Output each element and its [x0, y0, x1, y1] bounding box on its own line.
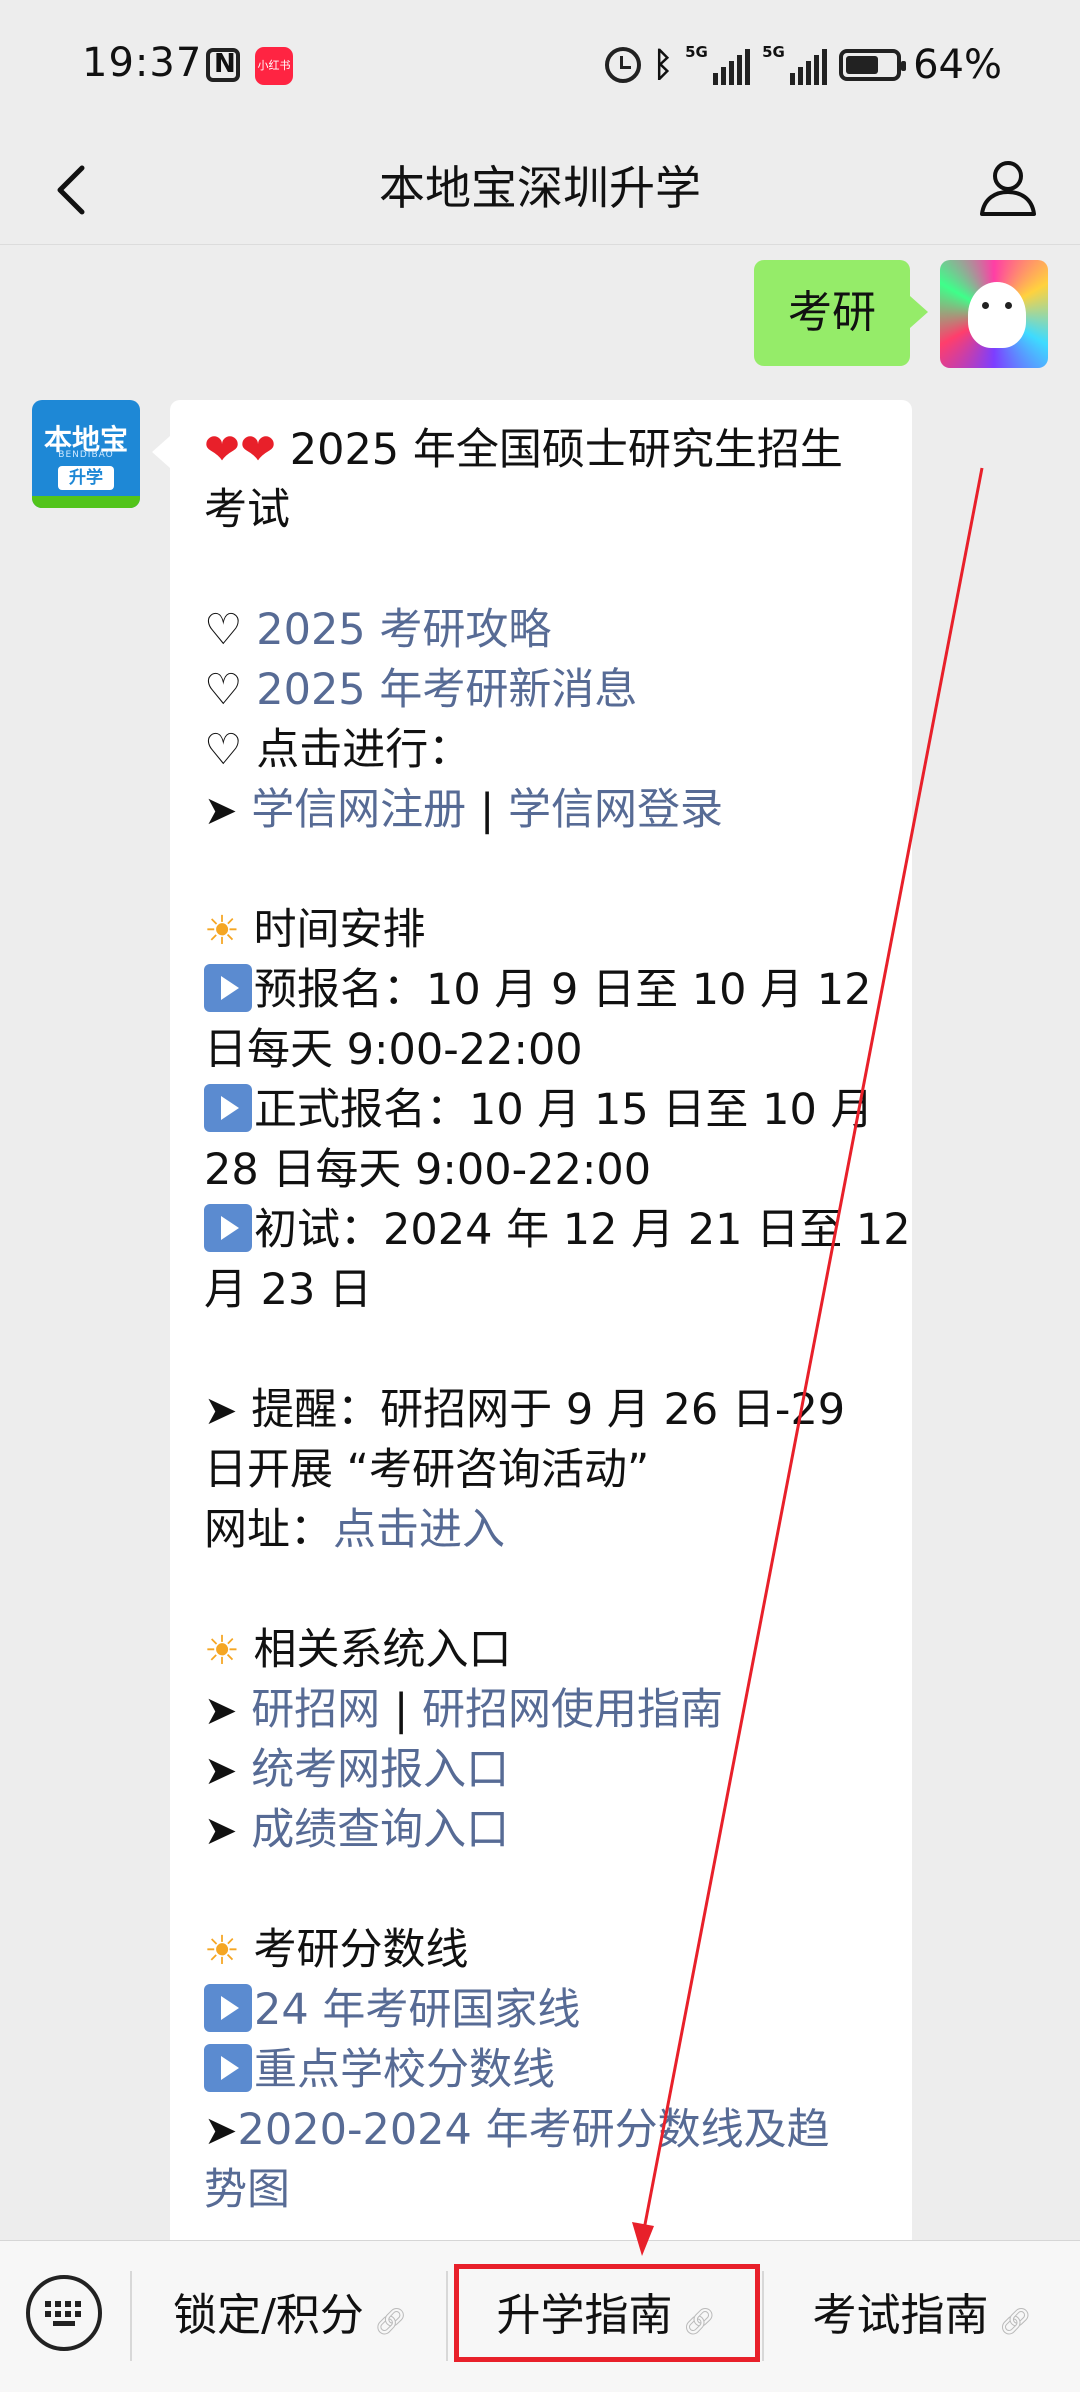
bot-avatar[interactable]: 本地宝 BENDIBAO 升学 [32, 400, 140, 508]
sun-icon: ☀ [204, 1628, 240, 1674]
battery-percent: 64% [913, 42, 1002, 88]
nav-bar: 本地宝深圳升学 [0, 130, 1080, 245]
menu-divider [446, 2271, 448, 2361]
reminder-text: 提醒：研招网于 9 月 26 日-29 [251, 1385, 846, 1435]
link-score-trend-cont[interactable]: 势图 [204, 2165, 290, 2215]
arrowhead-icon: ➤ [204, 1808, 238, 1854]
received-message-bubble[interactable]: ❤❤ 2025 年全国硕士研究生招生 考试 ♡ 2025 考研攻略 ♡ 2025… [152, 400, 912, 2240]
sent-message-bubble[interactable]: 考研 [754, 260, 928, 366]
battery-icon [839, 49, 907, 81]
schedule-heading: 时间安排 [253, 905, 426, 955]
outline-heart-icon: ♡ [204, 605, 243, 655]
outline-heart-icon: ♡ [204, 665, 243, 715]
link-icon: 🔗︎ [998, 2307, 1032, 2337]
formal-registration-text-cont: 28 日每天 9:00-22:00 [204, 1145, 652, 1195]
play-button-icon [204, 2044, 252, 2092]
play-button-icon [204, 1084, 252, 1132]
arrowhead-icon: ➤ [204, 2108, 238, 2154]
avatar-brand-subtext: BENDIBAO [58, 450, 114, 460]
link-chsi-login[interactable]: 学信网登录 [508, 785, 723, 835]
network-type-label-2: 5G [762, 43, 785, 61]
keyboard-toggle-button[interactable] [26, 2275, 102, 2351]
link-exam-news[interactable]: 2025 年考研新消息 [256, 665, 637, 715]
menu-divider [130, 2271, 132, 2361]
pre-registration-text: 预报名：10 月 9 日至 10 月 12 [254, 965, 872, 1015]
keyboard-icon [45, 2301, 83, 2327]
menu-item-exam-guide[interactable]: 考试指南 🔗︎ [772, 2261, 1072, 2371]
profile-icon[interactable] [976, 156, 1040, 220]
link-yanzhao-guide[interactable]: 研招网使用指南 [422, 1685, 723, 1735]
formal-registration-text: 正式报名：10 月 15 日至 10 月 [254, 1085, 874, 1135]
bluetooth-icon: ᛒ [652, 45, 674, 85]
play-button-icon [204, 1204, 252, 1252]
score-line-heading: 考研分数线 [253, 1925, 469, 1975]
pre-registration-text-cont: 日每天 9:00-22:00 [204, 1025, 583, 1075]
status-bar: 19:37 小红书 ᛒ 5G 5G 64% [0, 0, 1080, 130]
nfc-icon [206, 48, 240, 82]
click-to-do-label: 点击进行： [256, 725, 472, 775]
menu-item-label: 考试指南 [812, 2290, 989, 2341]
network-type-label: 5G [685, 43, 708, 61]
chat-title: 本地宝深圳升学 [379, 161, 701, 215]
initial-exam-text: 初试：2024 年 12 月 21 日至 12 [254, 1205, 911, 1255]
link-unified-registration[interactable]: 统考网报入口 [251, 1745, 509, 1795]
arrowhead-icon: ➤ [204, 1748, 238, 1794]
link-click-enter[interactable]: 点击进入 [333, 1505, 505, 1555]
website-label: 网址： [204, 1505, 333, 1555]
signal-icon-2: 5G [762, 43, 828, 85]
chat-area[interactable]: 考研 本地宝 BENDIBAO 升学 ❤❤ 2025 年全国硕士研究生招生 考试… [0, 246, 1080, 2240]
link-national-line[interactable]: 24 年考研国家线 [254, 1985, 580, 2035]
arrowhead-icon: ➤ [204, 1688, 238, 1734]
alarm-icon [604, 47, 641, 83]
link-exam-guide[interactable]: 2025 考研攻略 [256, 605, 551, 655]
link-yanzhao[interactable]: 研招网 [251, 1685, 380, 1735]
play-button-icon [204, 1984, 252, 2032]
menu-divider [762, 2271, 764, 2361]
arrowhead-icon: ➤ [204, 1388, 238, 1434]
user-avatar[interactable] [940, 260, 1048, 368]
signal-icon: 5G [685, 43, 751, 85]
status-time: 19:37 [82, 40, 203, 86]
link-icon: 🔗︎ [373, 2307, 407, 2337]
sun-icon: ☀ [204, 1928, 240, 1974]
link-score-trend[interactable]: 2020-2024 年考研分数线及趋 [238, 2105, 830, 2155]
reminder-text-cont: 日开展 “考研咨询活动” [204, 1445, 650, 1495]
play-button-icon [204, 964, 252, 1012]
message-title-cont: 考试 [204, 485, 290, 535]
menu-item-lock-points[interactable]: 锁定/积分 🔗︎ [140, 2261, 440, 2371]
xiaohongshu-notification-icon: 小红书 [255, 47, 293, 85]
arrowhead-icon: ➤ [204, 788, 238, 834]
link-chsi-register[interactable]: 学信网注册 [251, 785, 466, 835]
initial-exam-text-cont: 月 23 日 [204, 1265, 373, 1315]
heart-icon: ❤❤ [204, 425, 277, 475]
outline-heart-icon: ♡ [204, 725, 243, 775]
menu-item-label: 锁定/积分 [173, 2290, 364, 2341]
status-right: ᛒ 5G 5G 64% [604, 40, 1002, 90]
link-key-schools[interactable]: 重点学校分数线 [254, 2045, 555, 2095]
link-score-query[interactable]: 成绩查询入口 [251, 1805, 509, 1855]
systems-heading: 相关系统入口 [253, 1625, 512, 1675]
message-title: ❤❤ 2025 年全国硕士研究生招生 [204, 425, 843, 475]
annotation-highlight-box [454, 2264, 760, 2362]
avatar-tag: 升学 [58, 466, 114, 490]
sun-icon: ☀ [204, 908, 240, 954]
